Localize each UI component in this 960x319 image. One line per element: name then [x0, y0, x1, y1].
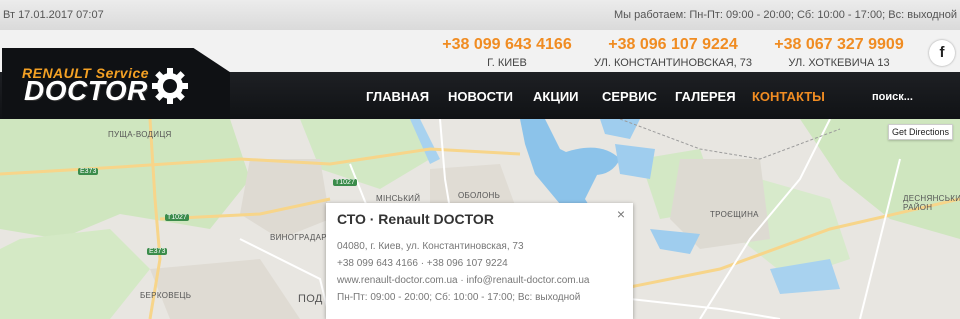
search-input[interactable]: поиск...: [872, 91, 913, 103]
current-date: Вт 17.01.2017 07:07: [3, 9, 104, 21]
map-label: ОБОЛОНЬ: [458, 191, 501, 200]
map-label: ВИНОГРАДАР: [270, 233, 327, 242]
phone-number[interactable]: +38 067 327 9909: [754, 36, 924, 54]
nav-promotions[interactable]: АКЦИИ: [533, 89, 579, 104]
map-label: ТРОЄЩИНА: [710, 210, 759, 219]
phone-number[interactable]: +38 099 643 4166: [422, 36, 592, 54]
map-label: БЕРКОВЕЦЬ: [140, 291, 192, 300]
info-hours: Пн-Пт: 09:00 - 20:00; Сб: 10:00 - 17:00;…: [337, 292, 581, 303]
map-label: ДЕСНЯНСЬКИЙ РАЙОН: [903, 194, 960, 212]
nav-contacts[interactable]: КОНТАКТЫ: [752, 89, 825, 104]
working-hours: Мы работаем: Пн-Пт: 09:00 - 20:00; Сб: 1…: [613, 9, 957, 21]
road-badge: E373: [147, 248, 168, 255]
nav-service[interactable]: СЕРВИС: [602, 89, 657, 104]
map-label: ПОД: [298, 293, 323, 305]
phone-number[interactable]: +38 096 107 9224: [588, 36, 758, 54]
contact-address: УЛ. ХОТКЕВИЧА 13: [788, 57, 890, 69]
contact-address: УЛ. КОНСТАНТИНОВСКАЯ, 73: [593, 57, 753, 69]
map-label: МІНСЬКИЙ: [376, 194, 421, 203]
nav-gallery[interactable]: ГАЛЕРЕЯ: [675, 89, 736, 104]
road-badge: T1027: [165, 214, 189, 221]
map-label: ПУЩА-ВОДИЦЯ: [108, 130, 172, 139]
logo-text-doctor: DOCTOR: [24, 75, 148, 106]
close-icon[interactable]: ×: [617, 206, 625, 222]
facebook-icon[interactable]: f: [929, 40, 955, 66]
site-logo[interactable]: RENAULT Service DOCTOR: [14, 60, 194, 110]
contact-khotkevicha: +38 067 327 9909 УЛ. ХОТКЕВИЧА 13: [754, 36, 924, 69]
nav-home[interactable]: ГЛАВНАЯ: [366, 89, 429, 104]
map-info-window: СТО · Renault DOCTOR × 04080, г. Киев, у…: [326, 203, 633, 319]
contact-address: Г. КИЕВ: [487, 57, 527, 69]
gear-icon: [152, 68, 188, 104]
get-directions-button[interactable]: Get Directions: [888, 124, 954, 140]
contact-kiev: +38 099 643 4166 Г. КИЕВ: [422, 36, 592, 69]
top-info-bar: Вт 17.01.2017 07:07 Мы работаем: Пн-Пт: …: [0, 0, 960, 30]
info-window-title: СТО · Renault DOCTOR: [337, 211, 494, 227]
contact-konstantinovskaya: +38 096 107 9224 УЛ. КОНСТАНТИНОВСКАЯ, 7…: [588, 36, 758, 69]
info-phones: +38 099 643 4166 · +38 096 107 9224: [337, 258, 508, 269]
info-web[interactable]: www.renault-doctor.com.ua · info@renault…: [337, 275, 590, 286]
road-badge: T1027: [333, 179, 357, 186]
road-badge: E373: [78, 168, 99, 175]
nav-news[interactable]: НОВОСТИ: [448, 89, 513, 104]
info-address: 04080, г. Киев, ул. Константиновская, 73: [337, 241, 524, 252]
